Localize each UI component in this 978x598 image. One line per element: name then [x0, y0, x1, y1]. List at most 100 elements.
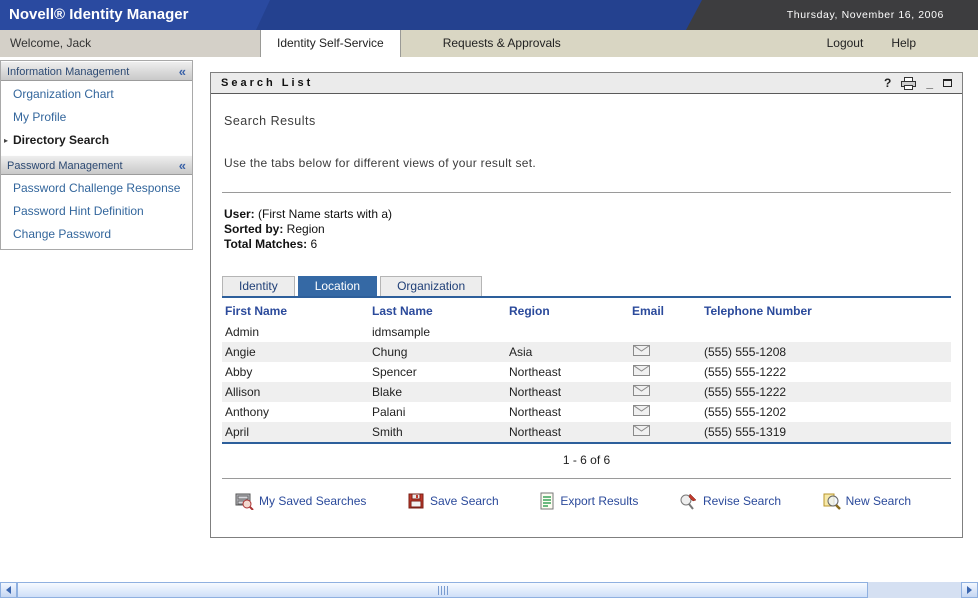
cell-first-name: April	[222, 422, 369, 442]
summary-total-matches: Total Matches: 6	[224, 237, 951, 252]
session-links: Logout Help	[827, 30, 978, 57]
tab-requests-approvals[interactable]: Requests & Approvals	[425, 30, 579, 57]
current-date: Thursday, November 16, 2006	[787, 0, 944, 30]
tab-location[interactable]: Location	[298, 276, 377, 296]
export-results-button[interactable]: Export Results	[539, 492, 638, 510]
sidebar-section-password-management[interactable]: Password Management «	[1, 155, 192, 175]
top-header-bar: Novell® Identity Manager Thursday, Novem…	[0, 0, 978, 30]
divider	[222, 478, 951, 479]
tab-identity[interactable]: Identity	[222, 276, 295, 296]
table-header-row: First Name Last Name Region Email Teleph…	[222, 300, 951, 322]
horizontal-scrollbar[interactable]	[0, 581, 978, 598]
logout-link[interactable]: Logout	[827, 30, 864, 57]
revise-search-button[interactable]: Revise Search	[679, 492, 781, 510]
sidebar-item[interactable]: ▸ Change Password	[1, 223, 192, 246]
cell-region: Asia	[506, 342, 629, 362]
col-email[interactable]: Email	[629, 300, 701, 322]
envelope-icon[interactable]	[633, 385, 650, 399]
results-subheading: Use the tabs below for different views o…	[224, 156, 951, 170]
table-row: Abby Spencer Northeast	[222, 362, 951, 382]
table-bottom-rule	[222, 442, 951, 444]
scroll-left-button[interactable]	[0, 582, 17, 598]
cell-telephone: (555) 555-1208	[701, 342, 951, 362]
envelope-icon[interactable]	[633, 365, 650, 379]
page: Novell® Identity Manager Thursday, Novem…	[0, 0, 978, 598]
my-saved-searches-button[interactable]: My Saved Searches	[234, 492, 366, 510]
sidebar-section-information-management[interactable]: Information Management «	[1, 61, 192, 81]
col-telephone[interactable]: Telephone Number	[701, 300, 951, 322]
cell-telephone: (555) 555-1319	[701, 422, 951, 442]
col-last-name[interactable]: Last Name	[369, 300, 506, 322]
scroll-left-icon	[6, 586, 11, 594]
sidebar-items-group: ▸ Password Challenge Response ▸ Password…	[1, 175, 192, 249]
sidebar-item[interactable]: ▸ My Profile	[1, 106, 192, 129]
action-label: Save Search	[430, 494, 499, 508]
envelope-icon[interactable]	[633, 405, 650, 419]
cell-first-name: Anthony	[222, 402, 369, 422]
cell-region: Northeast	[506, 402, 629, 422]
results-heading: Search Results	[224, 114, 951, 128]
summary-value: 6	[307, 237, 317, 251]
sidebar-item[interactable]: ▸ Password Challenge Response	[1, 177, 192, 200]
tab-identity-self-service[interactable]: Identity Self-Service	[260, 30, 401, 57]
help-link[interactable]: Help	[891, 30, 916, 57]
cell-telephone	[701, 322, 951, 342]
col-region[interactable]: Region	[506, 300, 629, 322]
cell-email	[629, 362, 701, 382]
save-search-button[interactable]: Save Search	[407, 492, 499, 510]
toolbar: Welcome, Jack Identity Self-Service Requ…	[0, 30, 978, 59]
search-summary: User: (First Name starts with a) Sorted …	[224, 207, 951, 252]
cell-region: Northeast	[506, 422, 629, 442]
result-view-tabs: Identity Location Organization	[222, 276, 951, 296]
tab-underline-rule	[222, 296, 951, 298]
collapse-chevron-icon[interactable]: «	[179, 62, 186, 81]
minimize-icon[interactable]: _	[926, 73, 933, 93]
envelope-icon[interactable]	[633, 425, 650, 439]
cell-first-name: Angie	[222, 342, 369, 362]
new-search-button[interactable]: New Search	[822, 492, 911, 510]
selected-item-marker-icon: ▸	[4, 129, 8, 152]
section-title: Information Management	[7, 66, 129, 78]
cell-first-name: Allison	[222, 382, 369, 402]
divider	[222, 192, 951, 193]
summary-label: User:	[224, 207, 255, 221]
cell-last-name: Smith	[369, 422, 506, 442]
scroll-right-icon	[967, 586, 972, 594]
sidebar: Information Management « ▸ Organization …	[0, 60, 193, 250]
cell-email	[629, 382, 701, 402]
panel-content: Search Results Use the tabs below for di…	[211, 114, 962, 510]
export-results-icon	[539, 492, 555, 510]
cell-email	[629, 402, 701, 422]
cell-last-name: Palani	[369, 402, 506, 422]
revise-search-icon	[679, 492, 698, 510]
cell-last-name: Spencer	[369, 362, 506, 382]
sidebar-item-label: Directory Search	[13, 133, 109, 147]
scrollbar-thumb[interactable]	[17, 582, 868, 598]
sidebar-item[interactable]: ▸ Directory Search	[1, 129, 192, 152]
action-label: Export Results	[560, 494, 638, 508]
sidebar-item[interactable]: ▸ Password Hint Definition	[1, 200, 192, 223]
sidebar-item[interactable]: ▸ Organization Chart	[1, 83, 192, 106]
tab-organization[interactable]: Organization	[380, 276, 482, 296]
sidebar-item-label: Password Hint Definition	[13, 204, 144, 218]
table-row: Anthony Palani Northeast	[222, 402, 951, 422]
collapse-chevron-icon[interactable]: «	[179, 156, 186, 175]
search-list-panel: Search List ? _ Search Results Use the t…	[210, 72, 963, 538]
action-label: My Saved Searches	[259, 494, 366, 508]
envelope-icon[interactable]	[633, 345, 650, 359]
panel-title-icons: ? _	[884, 73, 952, 93]
scroll-right-button[interactable]	[961, 582, 978, 598]
cell-email	[629, 342, 701, 362]
help-icon[interactable]: ?	[884, 73, 891, 93]
maximize-icon[interactable]	[943, 79, 952, 87]
print-icon[interactable]	[901, 77, 916, 90]
sidebar-item-label: Password Challenge Response	[13, 181, 180, 195]
table-row: Admin idmsample	[222, 322, 951, 342]
sidebar-item-label: Change Password	[13, 227, 111, 241]
summary-value: Region	[283, 222, 324, 236]
app-tab-strip: Identity Self-Service Requests & Approva…	[260, 30, 978, 57]
col-first-name[interactable]: First Name	[222, 300, 369, 322]
summary-sorted-by: Sorted by: Region	[224, 222, 951, 237]
summary-label: Total Matches:	[224, 237, 307, 251]
cell-last-name: Chung	[369, 342, 506, 362]
